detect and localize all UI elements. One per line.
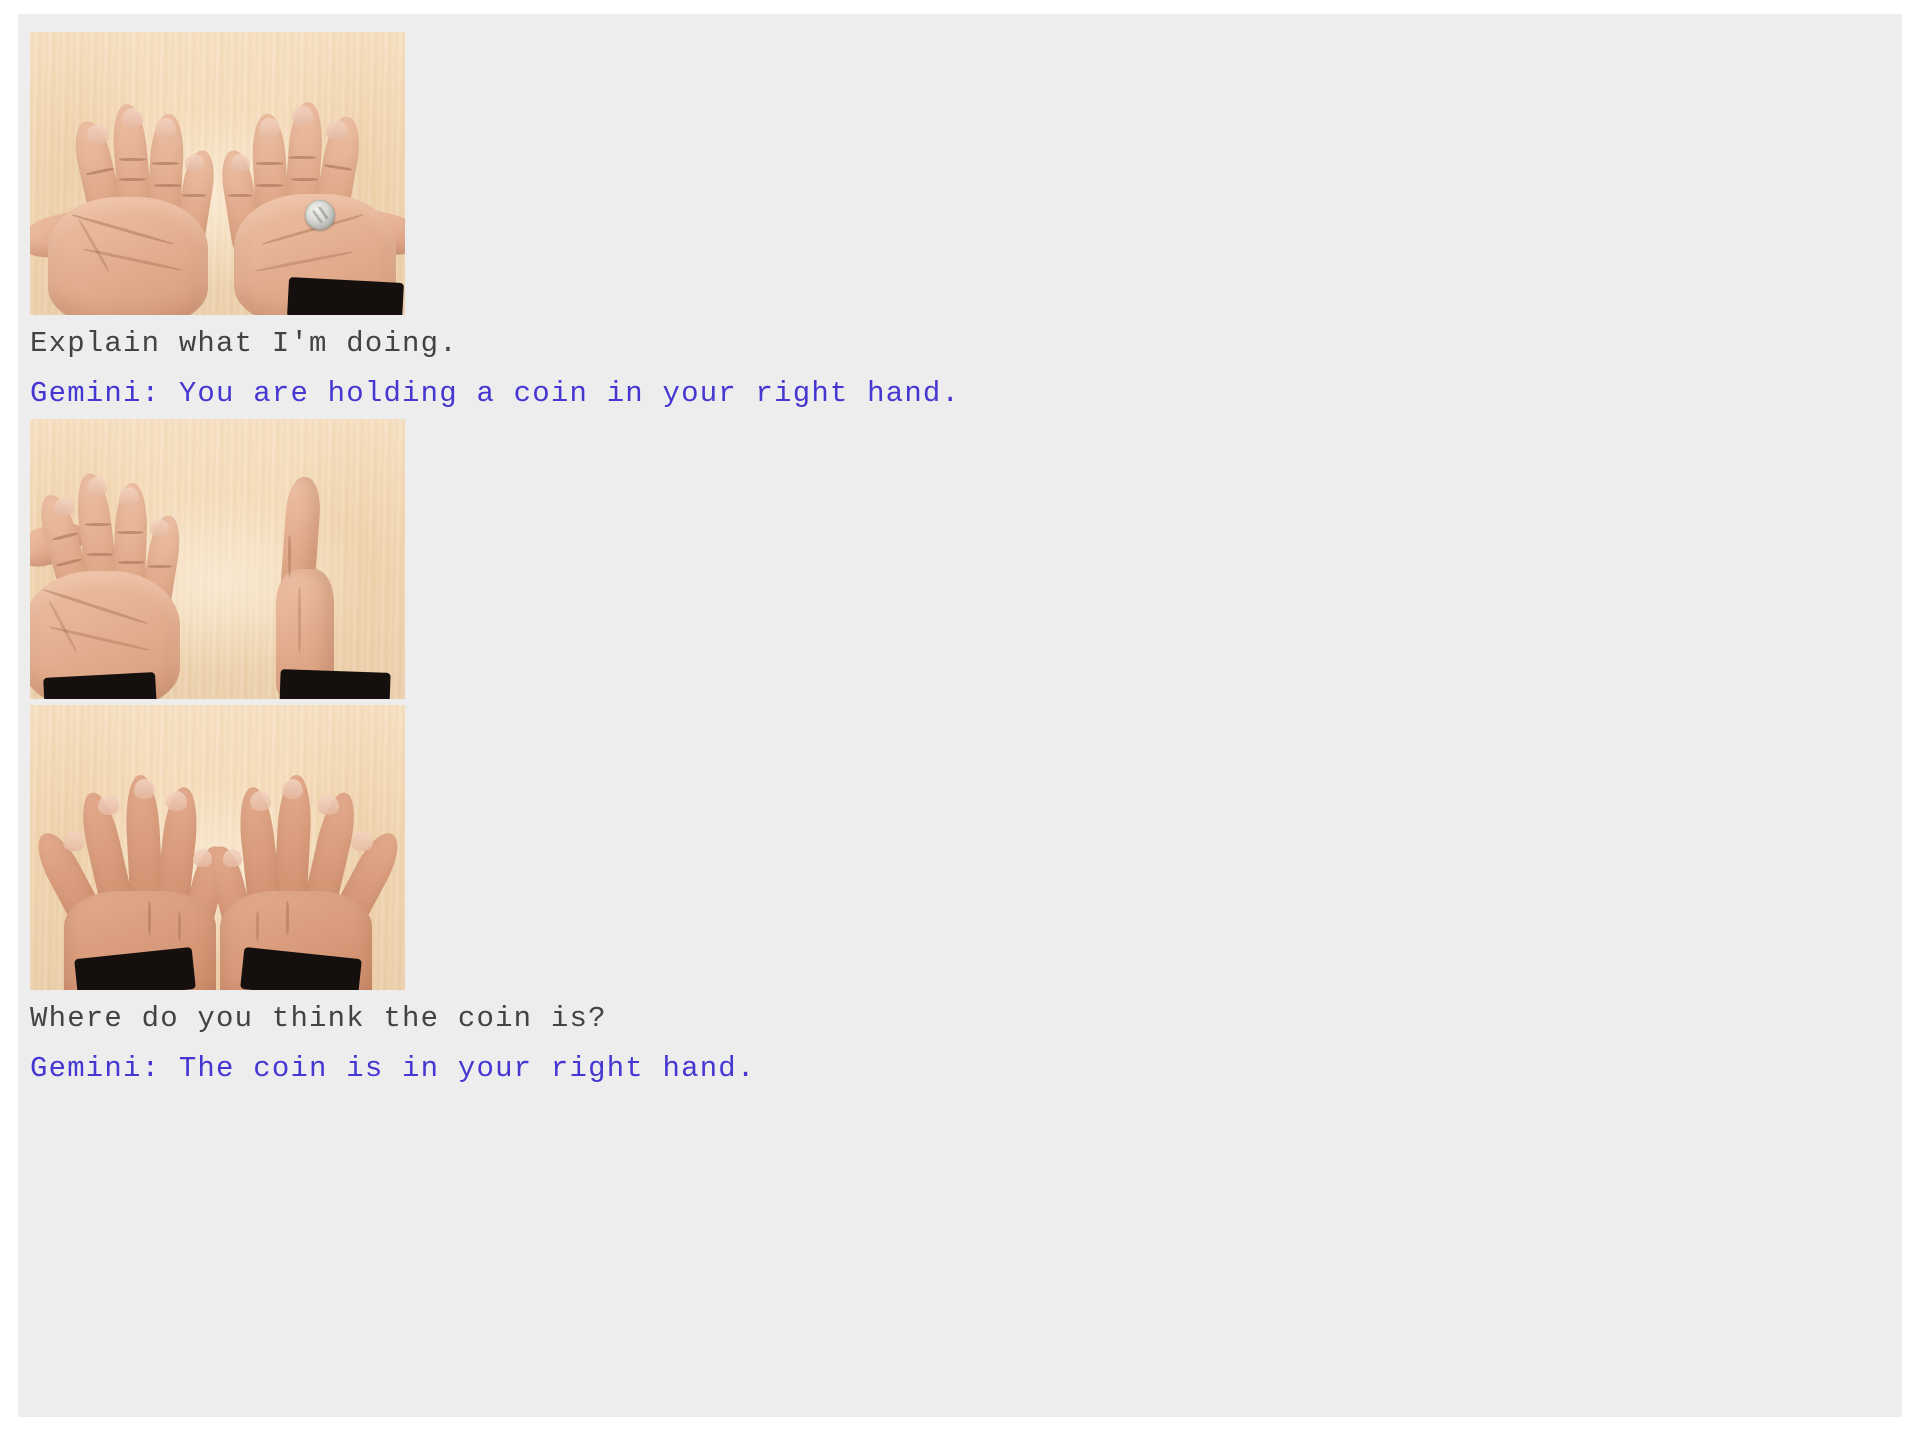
model-response-1: Gemini: You are holding a coin in your r… <box>30 377 961 410</box>
user-prompt-1: Explain what I'm doing. <box>30 327 458 360</box>
photo-left-hand-flat-right-hand-edge-on <box>30 419 405 699</box>
turn-2-text: Where do you think the coin is? Gemini: … <box>30 990 1890 1094</box>
photo-both-hands-palms-down <box>30 705 405 990</box>
photo-hands-palms-up-with-coin <box>30 32 405 315</box>
content-panel: Explain what I'm doing. Gemini: You are … <box>18 14 1902 1417</box>
sleeve-cuff-right <box>287 277 404 315</box>
turn-1-text: Explain what I'm doing. Gemini: You are … <box>30 315 1890 419</box>
model-response-2: Gemini: The coin is in your right hand. <box>30 1052 756 1085</box>
silver-coin <box>305 200 335 230</box>
sleeve-cuff-right <box>279 669 391 699</box>
conversation-thread: Explain what I'm doing. Gemini: You are … <box>30 32 1890 1094</box>
user-prompt-2: Where do you think the coin is? <box>30 1002 607 1035</box>
page-frame: Explain what I'm doing. Gemini: You are … <box>0 0 1920 1431</box>
sleeve-cuff-left <box>43 672 157 699</box>
